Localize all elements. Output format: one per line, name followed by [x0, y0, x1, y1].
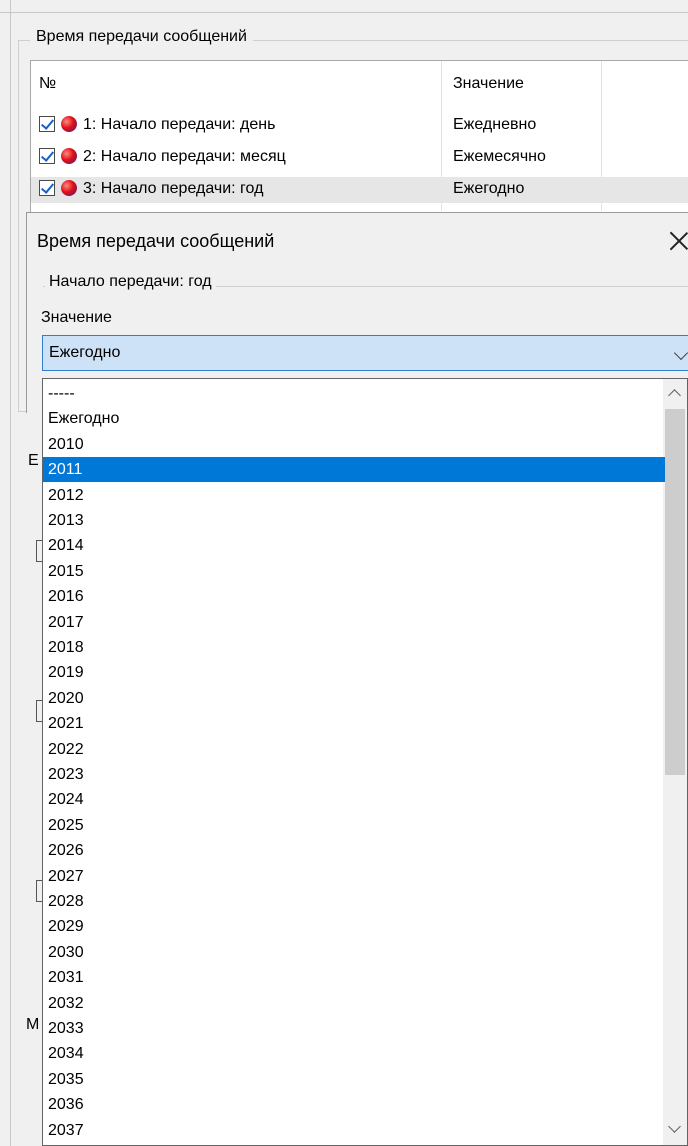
row-label: 3: Начало передачи: год [83, 180, 264, 197]
dropdown-option[interactable]: 2012 [43, 483, 665, 508]
row-value: Ежедневно [453, 116, 537, 133]
dropdown-option[interactable]: Ежегодно [43, 406, 665, 431]
status-ball-icon [61, 180, 77, 196]
scroll-down-icon[interactable] [668, 1120, 681, 1133]
partial-group-title: М [26, 1016, 40, 1033]
dropdown-option[interactable]: 2013 [43, 508, 665, 533]
row-label: 1: Начало передачи: день [83, 116, 276, 133]
dropdown-option[interactable]: 2019 [43, 660, 665, 685]
dropdown-option[interactable]: 2030 [43, 940, 665, 965]
dropdown-option[interactable]: 2026 [43, 838, 665, 863]
close-icon[interactable] [668, 229, 688, 251]
row-value: Ежегодно [453, 180, 525, 197]
dropdown-option[interactable]: ----- [43, 381, 665, 406]
scrollbar-thumb[interactable] [665, 409, 685, 775]
dropdown-option[interactable]: 2010 [43, 432, 665, 457]
dropdown-option[interactable]: 2033 [43, 1016, 665, 1041]
partial-group-title: Е [28, 452, 39, 469]
dialog-group-title: Начало передачи: год [45, 273, 216, 291]
dropdown-option[interactable]: 2020 [43, 686, 665, 711]
scrollbar[interactable] [663, 379, 687, 1145]
checkbox[interactable] [39, 180, 55, 196]
row-label: 2: Начало передачи: месяц [83, 148, 286, 165]
checkbox[interactable] [39, 148, 55, 164]
dropdown-option[interactable]: 2029 [43, 914, 665, 939]
dropdown-option[interactable]: 2016 [43, 584, 665, 609]
dropdown-option[interactable]: 2017 [43, 610, 665, 635]
dropdown-option[interactable]: 2035 [43, 1067, 665, 1092]
group-title: Время передачи сообщений [30, 28, 253, 46]
dropdown-option[interactable]: 2027 [43, 864, 665, 889]
dropdown-option[interactable]: 2018 [43, 635, 665, 660]
dropdown-option[interactable]: 2025 [43, 813, 665, 838]
dropdown-option[interactable]: 2028 [43, 889, 665, 914]
value-combobox[interactable]: Ежегодно [42, 335, 688, 371]
dropdown-option[interactable]: 2037 [43, 1118, 665, 1143]
dialog-title: Время передачи сообщений [37, 231, 275, 251]
window-left-border [10, 12, 11, 1146]
dropdown-option[interactable]: 2021 [43, 711, 665, 736]
dropdown-option[interactable]: 2031 [43, 965, 665, 990]
dropdown-option[interactable]: 2036 [43, 1092, 665, 1117]
status-ball-icon [61, 148, 77, 164]
table-row[interactable]: 2: Начало передачи: месяц Ежемесячно [31, 145, 688, 171]
row-value: Ежемесячно [453, 148, 546, 165]
dropdown-option[interactable]: 2014 [43, 533, 665, 558]
chevron-down-icon[interactable] [673, 345, 688, 361]
dropdown-option-selected[interactable]: 2011 [43, 457, 665, 483]
value-label: Значение [41, 309, 112, 326]
dropdown-list[interactable]: ----- Ежегодно 2010 2011 2012 2013 2014 2015 201… [42, 378, 688, 1146]
dropdown-option[interactable]: 2015 [43, 559, 665, 584]
scroll-up-icon[interactable] [668, 389, 681, 402]
status-ball-icon [61, 116, 77, 132]
table-row-selected[interactable]: 3: Начало передачи: год Ежегодно [31, 177, 688, 203]
dropdown-option[interactable]: 2023 [43, 762, 665, 787]
dropdown-option[interactable]: 2034 [43, 1041, 665, 1066]
window-top-edge [0, 0, 688, 13]
dropdown-option[interactable]: 2022 [43, 737, 665, 762]
checkbox[interactable] [39, 116, 55, 132]
column-header-number[interactable]: № [39, 75, 56, 93]
table-row[interactable]: 1: Начало передачи: день Ежедневно [31, 113, 688, 139]
dropdown-option[interactable]: 2032 [43, 991, 665, 1016]
dropdown-option[interactable]: 2024 [43, 787, 665, 812]
column-header-value[interactable]: Значение [453, 75, 524, 93]
combobox-selected-value: Ежегодно [49, 344, 121, 361]
